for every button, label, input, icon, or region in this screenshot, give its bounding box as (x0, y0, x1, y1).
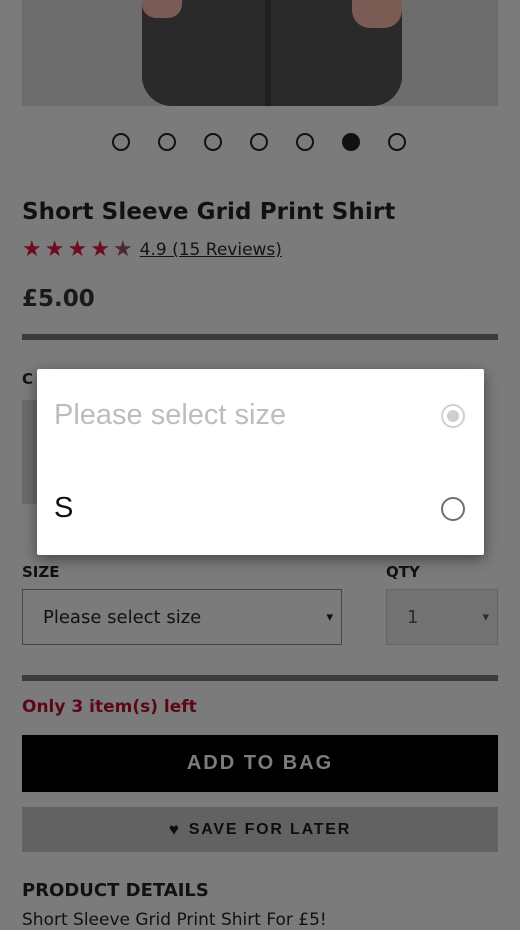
size-select[interactable]: Please select size ▾ (22, 589, 342, 645)
add-to-bag-button[interactable]: ADD TO BAG (22, 735, 498, 792)
size-option-s[interactable]: S (37, 462, 484, 555)
qty-label: QTY (386, 563, 420, 581)
stock-message: Only 3 item(s) left (22, 697, 197, 717)
size-option-placeholder[interactable]: Please select size (37, 369, 484, 462)
colour-label: C (22, 370, 34, 388)
size-select-value: Please select size (43, 606, 202, 628)
reviews-link[interactable]: 4.9 (15 Reviews) (140, 240, 282, 260)
chevron-down-icon: ▾ (482, 610, 489, 625)
divider (22, 334, 498, 340)
save-for-later-label: SAVE FOR LATER (188, 820, 352, 838)
price: £5.00 (22, 286, 95, 312)
qty-select[interactable]: 1 ▾ (386, 589, 498, 645)
save-for-later-button[interactable]: ♥ SAVE FOR LATER (22, 807, 498, 852)
qty-select-value: 1 (407, 606, 419, 628)
rating: ★ ★ ★ ★ ★ 4.9 (15 Reviews) (22, 238, 282, 262)
size-dialog: Please select size S (37, 369, 484, 555)
carousel-dot[interactable] (112, 133, 130, 151)
chevron-down-icon: ▾ (326, 610, 333, 625)
hand-left (142, 0, 182, 18)
size-option-label: Please select size (54, 399, 287, 431)
star-icon: ★ (22, 237, 42, 262)
carousel-dot[interactable] (158, 133, 176, 151)
carousel-dot[interactable] (388, 133, 406, 151)
carousel-dots (112, 133, 406, 151)
product-image[interactable] (22, 0, 498, 106)
heart-icon: ♥ (168, 819, 181, 839)
size-option-label: S (54, 492, 74, 524)
radio-selected-icon[interactable] (441, 403, 465, 428)
radio-dot (447, 409, 459, 422)
star-icon: ★ (90, 237, 110, 262)
star-icon: ★ (44, 237, 65, 262)
product-details-text: Short Sleeve Grid Print Shirt For £5! (22, 910, 327, 930)
divider (22, 675, 498, 681)
carousel-dot-active[interactable] (342, 133, 360, 151)
hand-right (352, 0, 402, 28)
size-label: SIZE (22, 563, 60, 581)
carousel-dot[interactable] (250, 133, 268, 151)
product-title: Short Sleeve Grid Print Shirt (22, 199, 396, 225)
carousel-dot[interactable] (204, 133, 222, 151)
product-details-heading: PRODUCT DETAILS (22, 880, 209, 901)
carousel-dot[interactable] (296, 133, 314, 151)
star-half-icon: ★ (112, 237, 133, 262)
radio-icon[interactable] (441, 496, 465, 521)
star-icon: ★ (67, 237, 88, 262)
